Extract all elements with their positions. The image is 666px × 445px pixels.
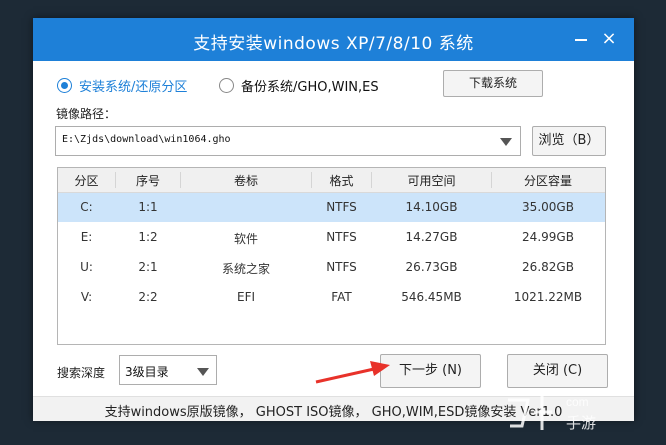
svg-text:com: com — [566, 395, 589, 409]
cell-format: NTFS — [326, 230, 357, 244]
column-header[interactable]: 分区 — [58, 172, 116, 188]
column-header[interactable]: 可用空间 — [372, 172, 492, 188]
browse-button[interactable]: 浏览（B） — [532, 126, 606, 156]
cell-format: NTFS — [326, 260, 357, 274]
cell-partition: V: — [80, 290, 93, 304]
radio-backup[interactable]: 备份系统/GHO,WIN,ES — [219, 75, 379, 95]
search-depth-select[interactable]: 3级目录 — [119, 355, 217, 385]
image-path-value: E:\Zjds\download\win1064.gho — [62, 134, 231, 145]
cell-capacity: 24.99GB — [522, 230, 574, 244]
window-title: 支持安装windows XP/7/8/10 系统 — [193, 34, 474, 54]
search-depth-value: 3级目录 — [125, 365, 169, 379]
search-depth-label: 搜索深度 — [57, 366, 106, 380]
table-row[interactable]: V: 2:2 EFI FAT 546.45MB 1021.22MB — [58, 283, 605, 312]
cell-volume-label: 系统之家 — [221, 262, 270, 276]
cell-index: 1:2 — [138, 230, 158, 244]
image-path-label: 镜像路径： — [56, 107, 117, 121]
close-icon[interactable]: × — [601, 30, 617, 48]
table-row[interactable]: E: 1:2 软件 NTFS 14.27GB 24.99GB — [58, 223, 605, 252]
cell-format: NTFS — [326, 200, 357, 214]
cell-volume-label: 软件 — [233, 232, 258, 246]
cell-index: 1:1 — [138, 200, 158, 214]
cell-index: 2:1 — [138, 260, 158, 274]
column-header[interactable]: 分区容量 — [492, 172, 604, 188]
cell-free-space: 546.45MB — [401, 290, 462, 304]
radio-checked-icon — [57, 77, 72, 93]
download-system-button[interactable]: 下载系统 — [443, 70, 543, 97]
cell-free-space: 26.73GB — [405, 260, 458, 274]
svg-text:手游: 手游 — [566, 414, 596, 432]
cell-format: FAT — [331, 290, 352, 304]
column-header[interactable]: 序号 — [116, 172, 181, 188]
installer-window: 支持安装windows XP/7/8/10 系统 × 安装系统/还原分区 备份系… — [33, 18, 634, 421]
cell-partition: U: — [80, 260, 93, 274]
partition-table: 分区 序号 卷标 格式 可用空间 分区容量 C: 1:1 NTFS 14.10G… — [57, 167, 606, 345]
cell-capacity: 26.82GB — [522, 260, 574, 274]
cell-partition: E: — [80, 230, 93, 244]
cell-free-space: 14.10GB — [405, 200, 458, 214]
table-row[interactable]: U: 2:1 系统之家 NTFS 26.73GB 26.82GB — [58, 253, 605, 282]
cell-index: 2:2 — [138, 290, 158, 304]
radio-unchecked-icon — [219, 77, 234, 93]
cell-capacity: 1021.22MB — [513, 290, 583, 304]
next-step-button[interactable]: 下一步 (N) — [380, 354, 481, 388]
radio-backup-label: 备份系统/GHO,WIN,ES — [241, 79, 379, 95]
image-path-combobox[interactable]: E:\Zjds\download\win1064.gho — [55, 126, 521, 156]
column-header[interactable]: 格式 — [312, 172, 372, 188]
cell-volume-label: EFI — [236, 290, 256, 304]
dropdown-arrow-icon[interactable] — [197, 368, 209, 376]
cell-partition: C: — [80, 200, 93, 214]
cell-capacity: 35.00GB — [522, 200, 574, 214]
table-row[interactable]: C: 1:1 NTFS 14.10GB 35.00GB — [58, 193, 605, 222]
dropdown-arrow-icon[interactable] — [500, 138, 512, 146]
table-header: 分区 序号 卷标 格式 可用空间 分区容量 — [58, 168, 605, 193]
title-bar: 支持安装windows XP/7/8/10 系统 × — [33, 18, 634, 61]
radio-install-label: 安装系统/还原分区 — [79, 79, 188, 95]
column-header[interactable]: 卷标 — [181, 172, 312, 188]
cell-free-space: 14.27GB — [405, 230, 458, 244]
watermark-logo: com 手游 — [508, 395, 596, 432]
minimize-icon[interactable] — [573, 31, 589, 47]
radio-install-restore[interactable]: 安装系统/还原分区 — [57, 75, 187, 95]
